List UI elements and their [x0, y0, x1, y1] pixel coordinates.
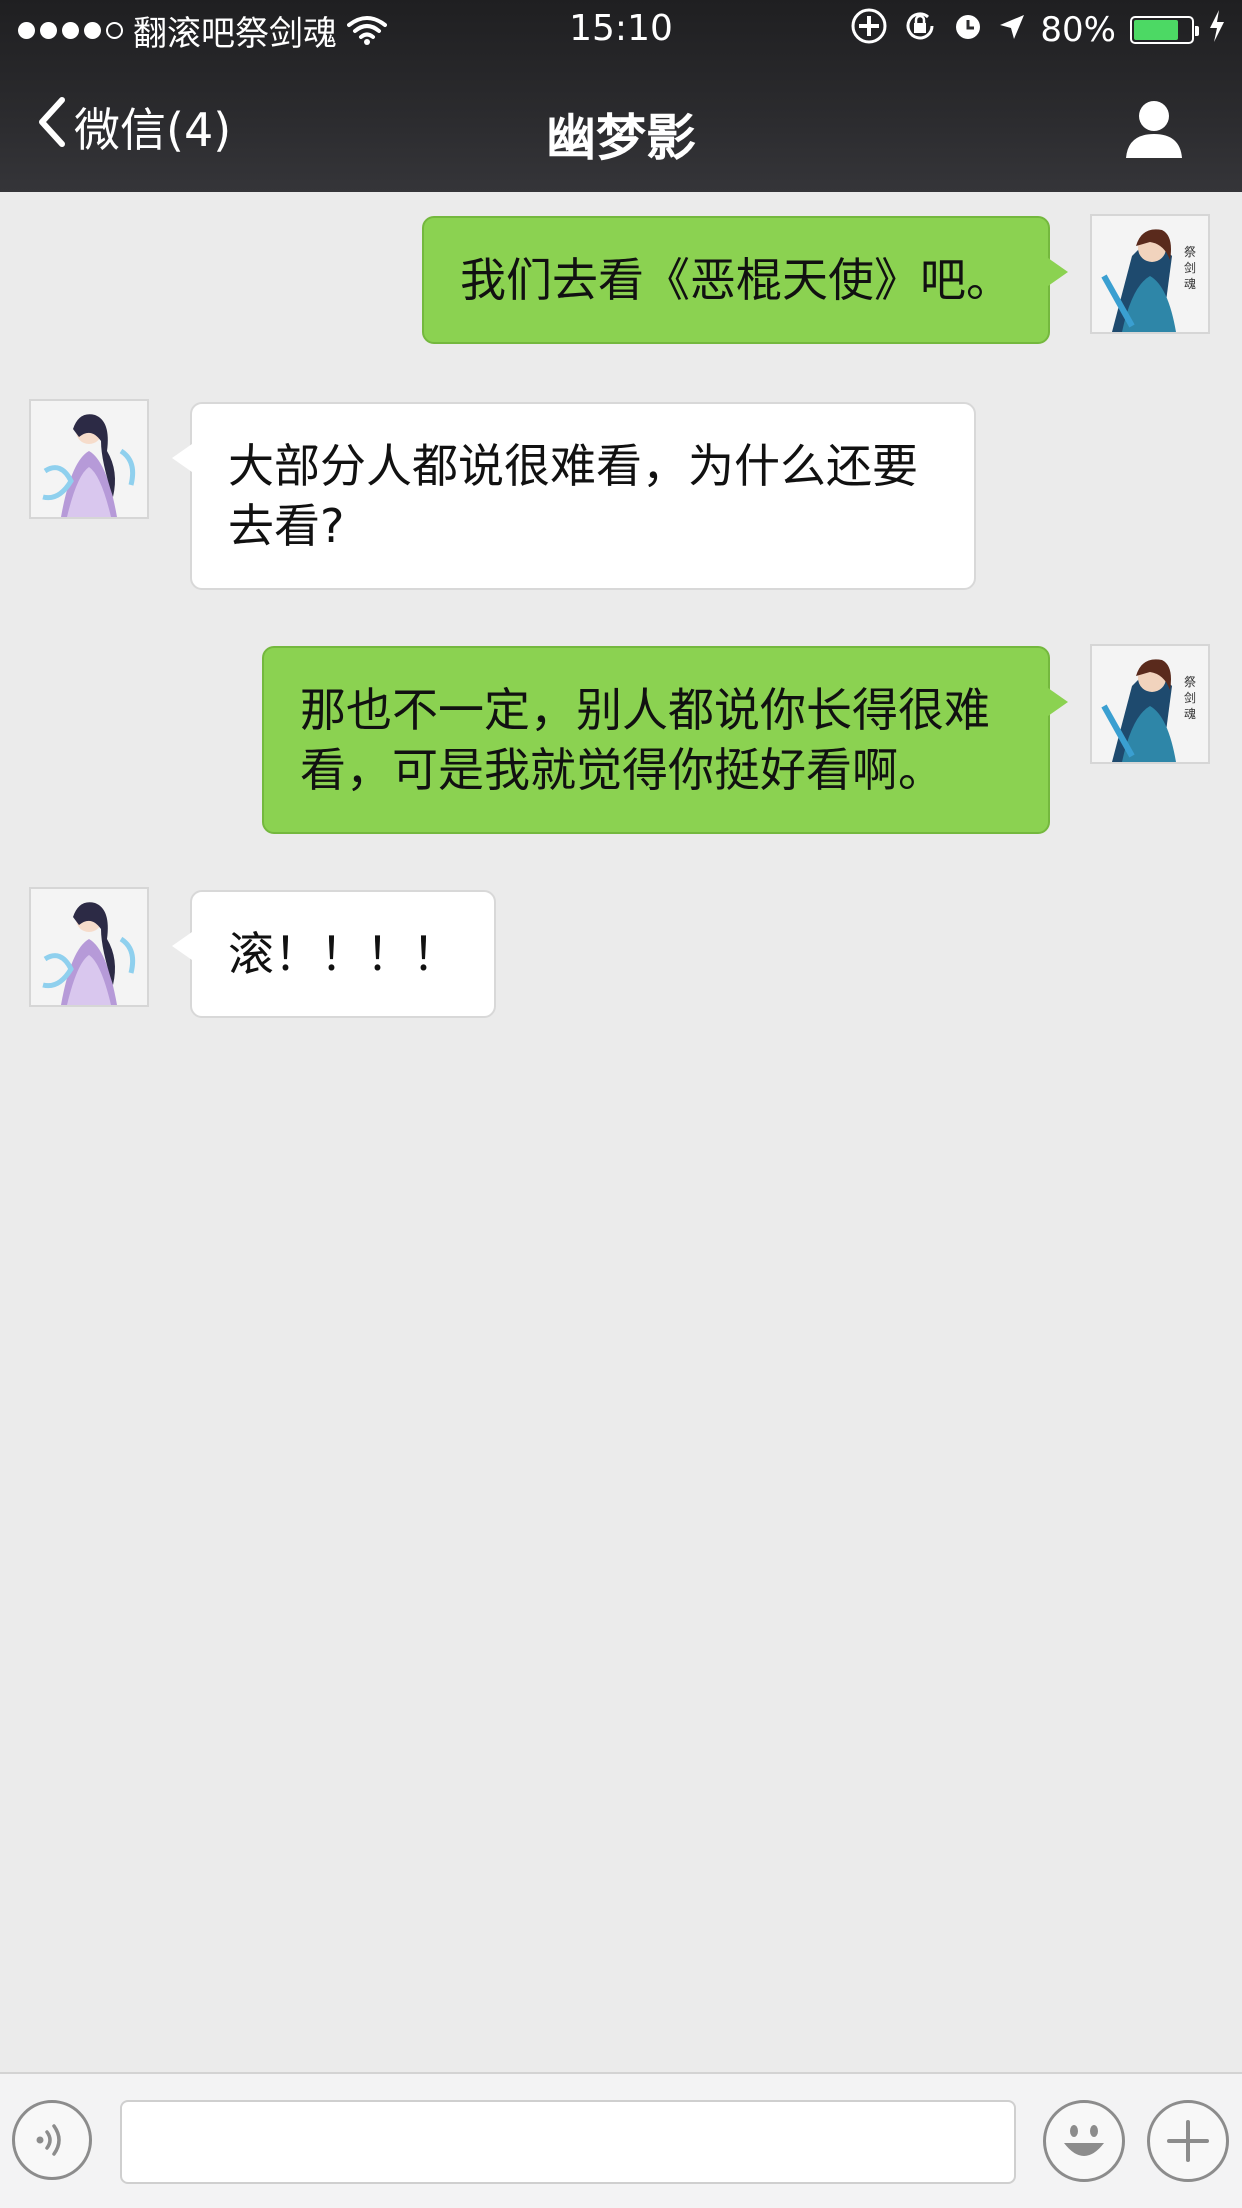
- contact-avatar[interactable]: [29, 887, 149, 1007]
- rotation-lock-icon: [902, 8, 938, 53]
- input-bar: [0, 2072, 1242, 2208]
- person-icon: [1126, 101, 1182, 158]
- message-bubble-incoming[interactable]: 大部分人都说很难看，为什么还要去看?: [172, 402, 976, 590]
- alarm-icon: [952, 10, 984, 51]
- nav-bar: 微信(4) 幽梦影: [0, 60, 1242, 192]
- emoji-button[interactable]: [1043, 2100, 1125, 2182]
- battery-icon: [1130, 16, 1199, 44]
- message-bubble-outgoing[interactable]: 那也不一定，别人都说你长得很难看，可是我就觉得你挺好看啊。: [262, 646, 1068, 834]
- message-text: 那也不一定，别人都说你长得很难看，可是我就觉得你挺好看啊。: [300, 683, 990, 797]
- svg-text:剑: 剑: [1184, 690, 1196, 705]
- svg-text:剑: 剑: [1184, 260, 1196, 275]
- voice-icon: [36, 2124, 61, 2156]
- message-input[interactable]: [120, 2100, 1016, 2184]
- emoji-icon: [1064, 2125, 1104, 2156]
- svg-text:魂: 魂: [1184, 706, 1196, 721]
- location-icon: [998, 10, 1026, 50]
- message-bubble-incoming[interactable]: 滚！！！！: [172, 890, 496, 1018]
- voice-button[interactable]: [12, 2100, 92, 2180]
- message-text: 滚！！！！: [228, 927, 458, 981]
- contact-avatar[interactable]: [29, 399, 149, 519]
- svg-text:魂: 魂: [1184, 276, 1196, 291]
- plus-circle-icon: [850, 7, 888, 54]
- message-text: 大部分人都说很难看，为什么还要去看?: [228, 439, 918, 553]
- chat-title: 幽梦影: [546, 109, 696, 167]
- svg-text:祭: 祭: [1184, 245, 1196, 259]
- chat-area[interactable]: 祭 剑 魂 我们去看《恶棍天使》吧。 大部分人都说很难看，为什么还要去看? 祭 …: [0, 192, 1242, 2072]
- message-text: 我们去看《恶棍天使》吧。: [460, 253, 1012, 307]
- top-bar: 翻滚吧祭剑魂 15:10 80% 微信(4) 幽梦影: [0, 0, 1242, 192]
- battery-percent: 80%: [1040, 10, 1116, 50]
- my-avatar[interactable]: 祭 剑 魂: [1090, 214, 1210, 334]
- message-bubble-outgoing[interactable]: 我们去看《恶棍天使》吧。: [422, 216, 1068, 344]
- plus-icon: [1167, 2120, 1209, 2162]
- svg-text:祭: 祭: [1184, 675, 1196, 689]
- status-bar: 翻滚吧祭剑魂 15:10 80%: [0, 0, 1242, 60]
- battery-fill: [1134, 20, 1178, 40]
- status-right: 80%: [850, 8, 1226, 52]
- profile-button[interactable]: [1122, 96, 1186, 160]
- more-button[interactable]: [1147, 2100, 1229, 2182]
- my-avatar[interactable]: 祭 剑 魂: [1090, 644, 1210, 764]
- charging-icon: [1208, 9, 1226, 51]
